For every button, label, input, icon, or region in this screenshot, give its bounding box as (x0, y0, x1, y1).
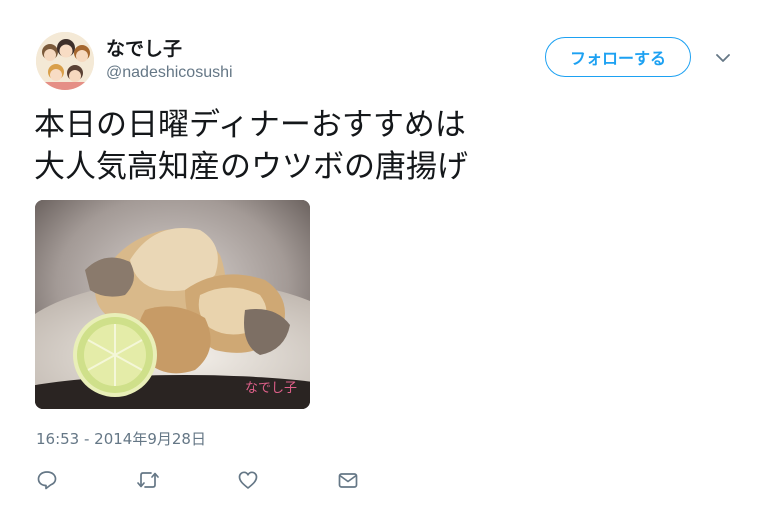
tweet-photo[interactable]: なでし子 (35, 200, 310, 409)
more-options-chevron-down-icon[interactable] (711, 48, 735, 68)
tweet-text-line-2: 大人気高知産のウツボの唐揚げ (34, 149, 468, 185)
avatar[interactable] (36, 32, 94, 90)
tweet-timestamp[interactable]: 16:53 - 2014年9月28日 (36, 428, 206, 449)
fried-moray-eel-photo: なでし子 (35, 200, 310, 409)
retweet-button[interactable] (135, 467, 161, 493)
photo-watermark: なでし子 (245, 381, 297, 396)
reply-button[interactable] (34, 467, 60, 493)
heart-icon (238, 471, 258, 489)
envelope-icon (338, 473, 358, 488)
tweet-text: 本日の日曜ディナーおすすめは 大人気高知産のウツボの唐揚げ (34, 104, 734, 188)
like-button[interactable] (235, 467, 261, 493)
retweet-icon (137, 472, 159, 488)
direct-message-button[interactable] (335, 467, 361, 493)
display-name[interactable]: なでし子 (106, 34, 182, 61)
follow-button[interactable]: フォローする (545, 37, 691, 77)
tweet-text-line-1: 本日の日曜ディナーおすすめは (34, 107, 466, 143)
username-handle[interactable]: @nadeshicosushi (106, 64, 233, 82)
speech-bubble-icon (37, 471, 57, 490)
avatar-illustration (36, 32, 94, 90)
